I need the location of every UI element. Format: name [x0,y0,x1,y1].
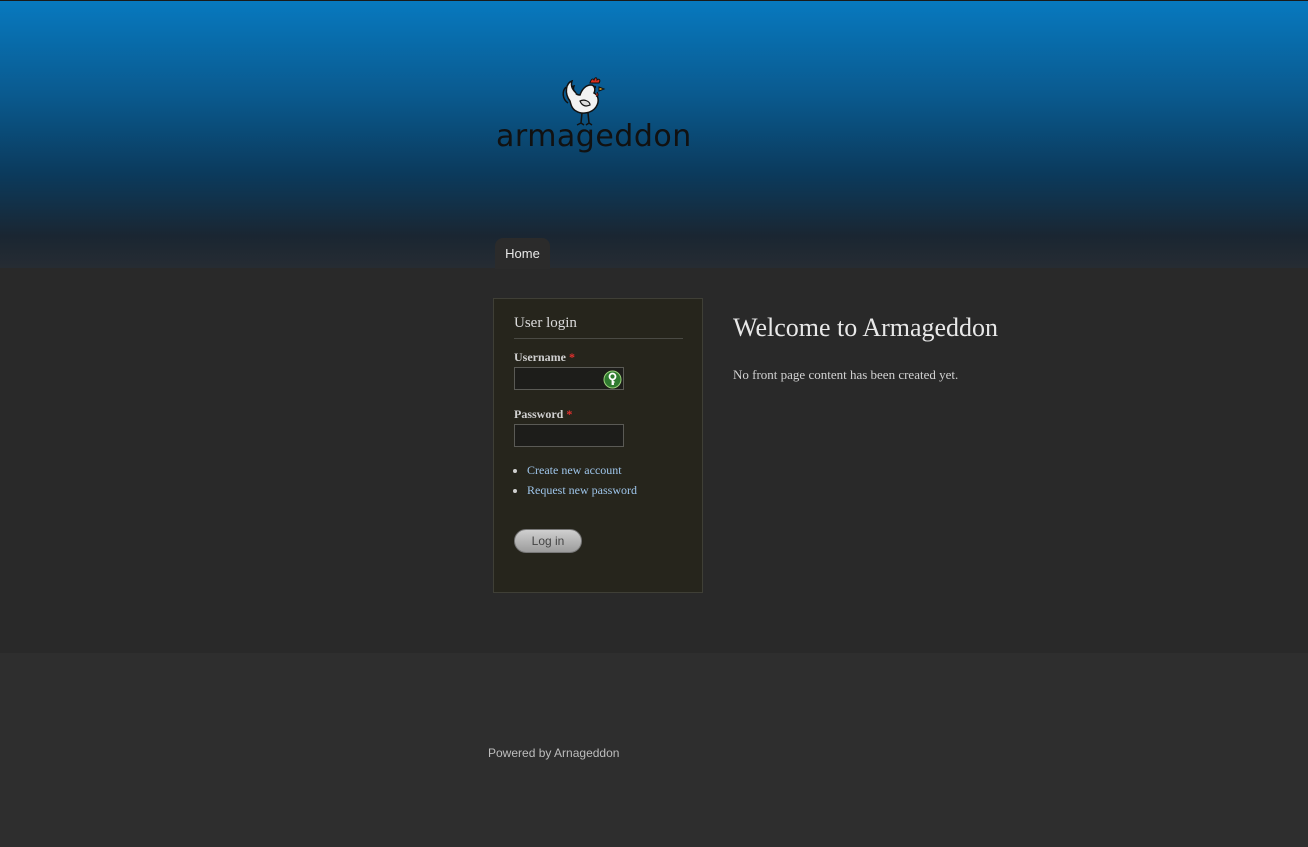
login-button[interactable]: Log in [514,529,582,553]
list-item: Create new account [527,463,637,479]
page-title: Welcome to Armageddon [733,313,999,342]
user-login-block: User login Username * Password * Create … [493,298,703,593]
list-item: Request new password [527,483,637,499]
password-manager-key-icon[interactable] [603,370,622,389]
request-password-link[interactable]: Request new password [527,483,637,497]
username-label-text: Username [514,350,566,364]
password-input[interactable] [514,424,624,447]
powered-by-link[interactable]: Arnageddon [554,746,619,760]
username-label: Username * [514,350,575,365]
site-footer: Powered by Arnageddon [0,653,1308,847]
create-account-link[interactable]: Create new account [527,463,622,477]
powered-by: Powered by Arnageddon [488,746,619,760]
required-marker: * [568,350,575,364]
nav-tab-home[interactable]: Home [495,238,550,269]
password-label-text: Password [514,407,564,421]
required-marker: * [566,407,573,421]
powered-by-prefix: Powered by [488,746,552,760]
site-header: armageddon Home [0,0,1308,269]
login-links-list: Create new account Request new password [527,463,637,503]
password-label: Password * [514,407,572,422]
login-block-title: User login [514,315,683,339]
site-logo[interactable]: armageddon [496,73,692,163]
front-page-message: No front page content has been created y… [733,367,959,382]
logo-wordmark: armageddon [496,119,692,154]
